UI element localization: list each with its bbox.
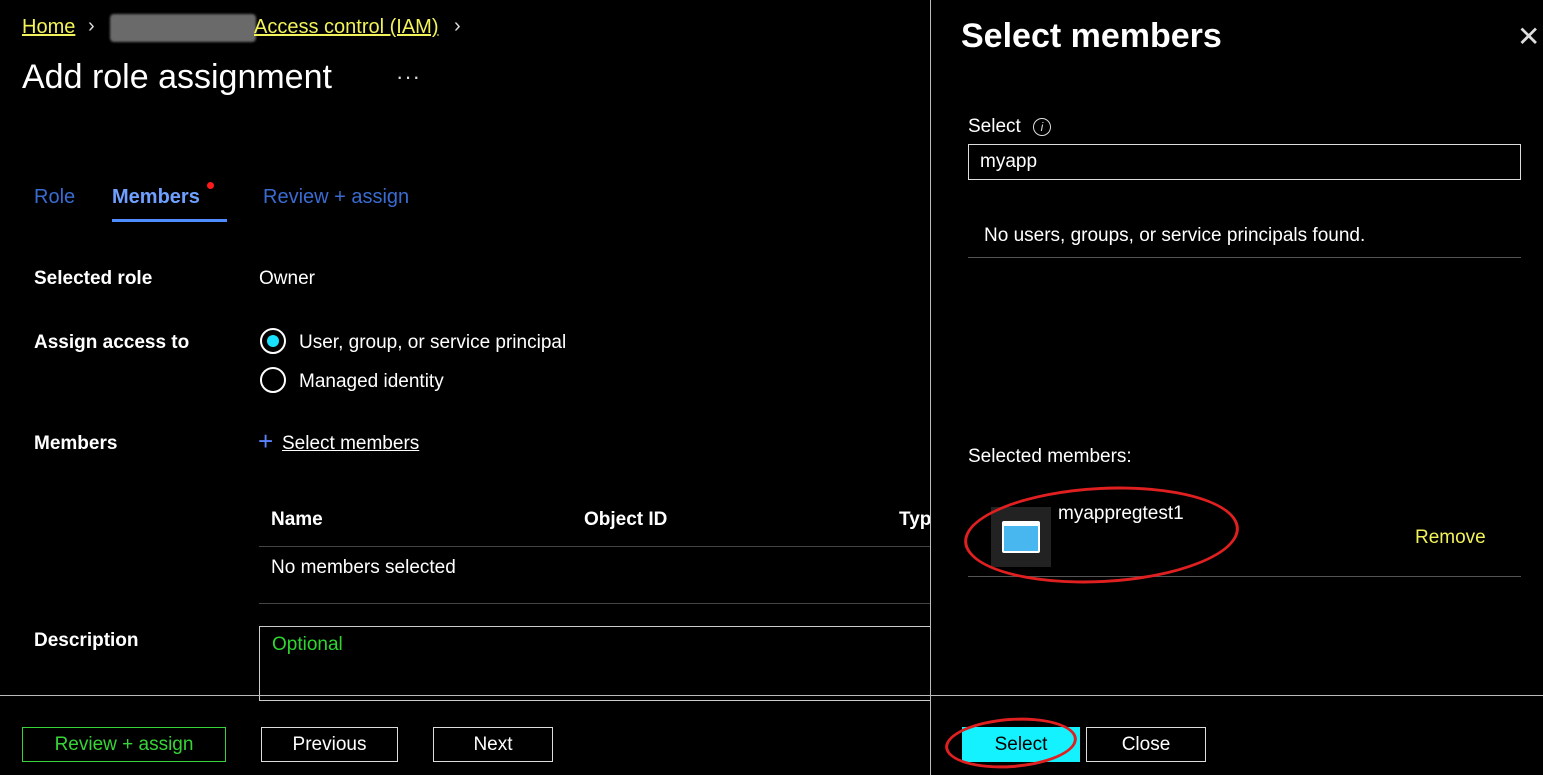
radio-user-group-sp[interactable] <box>260 328 286 354</box>
breadcrumb-home-link[interactable]: Home <box>22 16 75 38</box>
previous-button[interactable]: Previous <box>261 727 398 762</box>
description-textarea[interactable]: Optional <box>259 626 930 701</box>
info-icon[interactable]: i <box>1033 118 1051 136</box>
no-results-message: No users, groups, or service principals … <box>984 225 1366 246</box>
column-header-object-id[interactable]: Object ID <box>584 509 667 531</box>
review-assign-button[interactable]: Review + assign <box>22 727 226 762</box>
footer-divider <box>0 695 930 696</box>
table-header-divider <box>259 546 930 547</box>
breadcrumb-access-control-link[interactable]: Access control (IAM) <box>254 16 438 38</box>
tab-members-indicator-dot <box>207 182 214 189</box>
column-header-name[interactable]: Name <box>271 509 323 531</box>
main-pane: Home › Access control (IAM) › Add role a… <box>0 0 930 775</box>
breadcrumb-item: Access control (IAM) <box>254 16 438 39</box>
assign-access-label: Assign access to <box>34 332 190 353</box>
selected-role-value: Owner <box>259 268 315 289</box>
chevron-right-icon: › <box>454 15 461 37</box>
next-button[interactable]: Next <box>433 727 553 762</box>
tab-active-underline <box>112 219 227 222</box>
tab-role[interactable]: Role <box>34 186 75 209</box>
page-title: Add role assignment <box>22 58 332 96</box>
member-search-input[interactable]: myapp <box>968 144 1521 180</box>
plus-icon[interactable]: + <box>258 428 273 454</box>
radio-managed-identity[interactable] <box>260 367 286 393</box>
select-field-label: Select <box>968 116 1021 137</box>
description-label: Description <box>34 630 139 651</box>
remove-member-link[interactable]: Remove <box>1415 527 1486 549</box>
results-divider <box>968 257 1521 258</box>
select-members-panel: Select members ✕ Select i myapp No users… <box>930 0 1543 775</box>
radio-managed-identity-label[interactable]: Managed identity <box>299 371 444 393</box>
panel-footer-divider <box>931 695 1543 696</box>
chevron-right-icon: › <box>88 15 95 37</box>
radio-user-group-sp-label[interactable]: User, group, or service principal <box>299 332 566 354</box>
table-empty-message: No members selected <box>271 557 456 578</box>
redacted-resource-name <box>110 14 256 42</box>
annotation-circle-select <box>943 713 1079 773</box>
tab-review-assign[interactable]: Review + assign <box>263 186 409 209</box>
description-placeholder: Optional <box>272 634 343 655</box>
select-members-link[interactable]: Select members <box>282 433 419 455</box>
panel-title: Select members <box>961 17 1222 55</box>
selected-role-label: Selected role <box>34 268 153 289</box>
breadcrumb: Home <box>22 16 75 39</box>
more-options-icon[interactable]: ··· <box>396 64 421 90</box>
tab-members[interactable]: Members <box>112 186 200 209</box>
selected-members-label: Selected members: <box>968 446 1132 467</box>
table-bottom-divider <box>259 603 930 604</box>
close-button[interactable]: Close <box>1086 727 1206 762</box>
members-label: Members <box>34 433 118 454</box>
close-icon[interactable]: ✕ <box>1517 20 1540 53</box>
column-header-type[interactable]: Typ <box>899 509 930 531</box>
